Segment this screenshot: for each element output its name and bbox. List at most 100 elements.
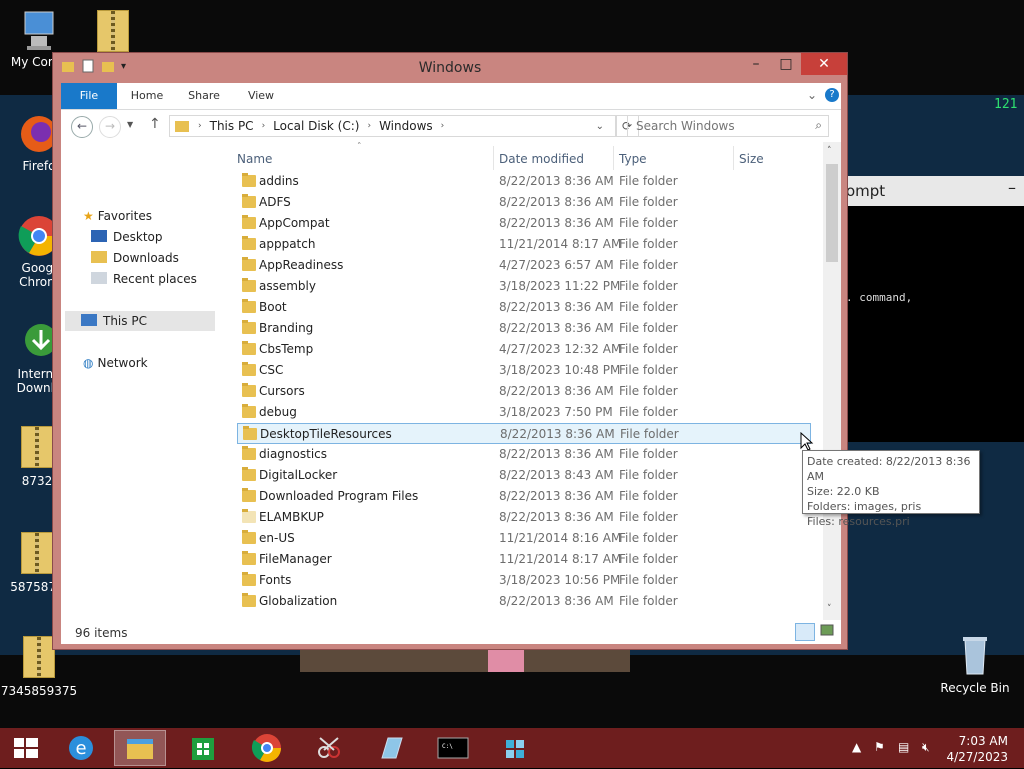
file-type: File folder	[619, 342, 678, 356]
file-row[interactable]: Cursors 8/22/2013 8:36 AM File folder	[237, 381, 811, 402]
folder-icon	[242, 509, 256, 523]
taskbar-notepad[interactable]	[368, 730, 414, 766]
search-box[interactable]: ⌕	[627, 115, 829, 137]
network-tray-icon[interactable]: ▤	[898, 740, 909, 754]
file-explorer-window[interactable]: ▾ Windows – □ ✕ File Home Share View ⌄ ?…	[52, 52, 848, 650]
tooltip-files: Files: resources.pri	[807, 515, 910, 528]
file-row[interactable]: debug 3/18/2023 7:50 PM File folder	[237, 402, 811, 423]
volume-muted-icon[interactable]: 🔇︎	[922, 740, 930, 755]
show-hidden-icons[interactable]: ▲	[852, 740, 861, 754]
file-row[interactable]: FileManager 11/21/2014 8:17 AM File folder	[237, 549, 811, 570]
file-row[interactable]: AppReadiness 4/27/2023 6:57 AM File folder	[237, 255, 811, 276]
file-row[interactable]: Globalization 8/22/2013 8:36 AM File folde…	[237, 591, 811, 612]
file-date-modified: 3/18/2023 7:50 PM	[499, 405, 613, 419]
maximize-button[interactable]: □	[771, 53, 801, 75]
desktop-icon-recycle-bin[interactable]: Recycle Bin	[932, 632, 1018, 695]
back-button[interactable]: ←	[71, 116, 93, 138]
tab-file[interactable]: File	[61, 83, 117, 109]
breadcrumb-windows[interactable]: Windows	[379, 119, 433, 133]
system-clock[interactable]: 7:03 AM 4/27/2023	[946, 733, 1008, 765]
column-header-type[interactable]: Type	[619, 152, 647, 166]
scroll-down-icon[interactable]: ˅	[827, 604, 832, 614]
column-header-size[interactable]: Size	[739, 152, 764, 166]
column-header-name[interactable]: Name	[237, 152, 272, 166]
large-icons-view-button[interactable]	[819, 623, 837, 639]
file-date-modified: 8/22/2013 8:36 AM	[499, 384, 614, 398]
nav-downloads[interactable]: Downloads	[91, 248, 179, 268]
file-name: diagnostics	[259, 447, 328, 461]
address-bar[interactable]: › This PC › Local Disk (C:) › Windows › …	[169, 115, 617, 137]
tooltip-folders: Folders: images, pris	[807, 500, 922, 513]
file-row[interactable]: Branding 8/22/2013 8:36 AM File folder	[237, 318, 811, 339]
file-row[interactable]: en-US 11/21/2014 8:16 AM File folder	[237, 528, 811, 549]
file-row[interactable]: CSC 3/18/2023 10:48 PM File folder	[237, 360, 811, 381]
file-row[interactable]: Boot 8/22/2013 8:36 AM File folder	[237, 297, 811, 318]
scroll-up-icon[interactable]: ˄	[827, 146, 832, 156]
file-date-modified: 3/18/2023 10:56 PM	[499, 573, 621, 587]
title-bar[interactable]: ▾ Windows – □ ✕	[53, 53, 847, 83]
taskbar-store[interactable]	[180, 730, 226, 766]
file-explorer-icon	[127, 739, 153, 759]
minimize-button[interactable]: –	[741, 53, 771, 75]
breadcrumb-local-disk[interactable]: Local Disk (C:)	[273, 119, 359, 133]
file-row[interactable]: AppCompat 8/22/2013 8:36 AM File folder	[237, 213, 811, 234]
start-button[interactable]	[2, 730, 48, 766]
file-row[interactable]: diagnostics 8/22/2013 8:36 AM File folder	[237, 444, 811, 465]
tab-home[interactable]: Home	[123, 83, 171, 109]
column-divider[interactable]	[613, 146, 614, 170]
column-divider[interactable]	[493, 146, 494, 170]
scrollbar-thumb[interactable]	[826, 164, 838, 262]
search-icon[interactable]: ⌕	[815, 118, 822, 133]
file-date-modified: 8/22/2013 8:36 AM	[499, 216, 614, 230]
up-button[interactable]: ↑	[149, 116, 161, 132]
file-row[interactable]: Downloaded Program Files 8/22/2013 8:36 A…	[237, 486, 811, 507]
search-input[interactable]	[634, 116, 808, 136]
file-row[interactable]: addins 8/22/2013 8:36 AM File folder	[237, 171, 811, 192]
nav-label: This PC	[103, 314, 147, 328]
tab-view[interactable]: View	[237, 83, 285, 109]
file-row[interactable]: assembly 3/18/2023 11:22 PM File folder	[237, 276, 811, 297]
breadcrumb-this-pc[interactable]: This PC	[210, 119, 254, 133]
nav-label: Recent places	[113, 272, 197, 286]
nav-favorites[interactable]: ★ Favorites	[83, 206, 152, 226]
taskbar-app[interactable]	[492, 730, 538, 766]
nav-desktop[interactable]: Desktop	[91, 227, 163, 247]
close-button[interactable]: ✕	[801, 53, 847, 75]
file-type: File folder	[619, 510, 678, 524]
file-row[interactable]: DigitalLocker 8/22/2013 8:43 AM File folde…	[237, 465, 811, 486]
nav-recent-places[interactable]: Recent places	[91, 269, 197, 289]
action-center-flag-icon[interactable]: ⚑	[874, 740, 885, 754]
file-row[interactable]: DesktopTileResources 8/22/2013 8:36 AM Fil…	[237, 423, 811, 444]
file-name: FileManager	[259, 552, 332, 566]
taskbar-command-prompt[interactable]: C:\	[430, 730, 476, 766]
taskbar-file-explorer[interactable]	[114, 730, 166, 766]
help-icon[interactable]: ?	[825, 88, 839, 102]
column-divider[interactable]	[733, 146, 734, 170]
file-row[interactable]: CbsTemp 4/27/2023 12:32 AM File folder	[237, 339, 811, 360]
expand-ribbon-icon[interactable]: ⌄	[807, 88, 817, 102]
file-row[interactable]: apppatch 11/21/2014 8:17 AM File folder	[237, 234, 811, 255]
nav-network[interactable]: ◍ Network	[83, 353, 148, 373]
command-prompt-minimize-icon[interactable]: –	[1008, 178, 1016, 197]
details-view-button[interactable]	[795, 623, 815, 641]
item-count: 96 items	[75, 626, 128, 640]
address-dropdown-icon[interactable]: ⌄	[596, 121, 604, 132]
file-name: Globalization	[259, 594, 338, 608]
taskbar-internet-explorer[interactable]: e	[58, 730, 104, 766]
folder-icon	[175, 121, 189, 132]
taskbar-chrome[interactable]	[244, 730, 290, 766]
column-header-date[interactable]: Date modified	[499, 152, 584, 166]
file-row[interactable]: ELAMBKUP 8/22/2013 8:36 AM File folder	[237, 507, 811, 528]
file-name: debug	[259, 405, 297, 419]
taskbar-snipping-tool[interactable]	[306, 730, 352, 766]
recent-locations-icon[interactable]: ▼	[127, 120, 133, 129]
desktop-icon-zip-top[interactable]	[70, 10, 156, 52]
file-row[interactable]: ADFS 8/22/2013 8:36 AM File folder	[237, 192, 811, 213]
file-row[interactable]: Fonts 3/18/2023 10:56 PM File folder	[237, 570, 811, 591]
forward-button[interactable]: →	[99, 116, 121, 138]
nav-this-pc[interactable]: This PC	[65, 311, 215, 331]
tooltip-size: Size: 22.0 KB	[807, 485, 880, 498]
vertical-scrollbar[interactable]: ˄ ˅	[823, 142, 841, 620]
background-command-prompt[interactable]	[846, 176, 1024, 442]
tab-share[interactable]: Share	[179, 83, 229, 109]
